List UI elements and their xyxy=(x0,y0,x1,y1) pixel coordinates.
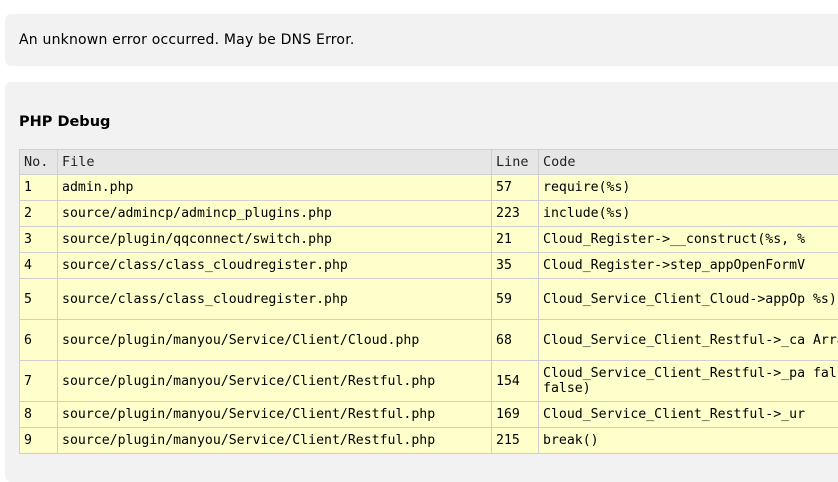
table-header-row: No. File Line Code xyxy=(20,150,838,175)
cell-file: source/class/class_cloudregister.php xyxy=(58,253,492,279)
cell-code: include(%s) xyxy=(539,201,838,227)
table-row: 6 source/plugin/manyou/Service/Client/Cl… xyxy=(20,320,838,361)
cell-no: 8 xyxy=(20,402,58,428)
table-row: 2 source/admincp/admincp_plugins.php 223… xyxy=(20,201,838,227)
cell-no: 5 xyxy=(20,279,58,320)
cell-code: Cloud_Register->step_appOpenFormV xyxy=(539,253,838,279)
cell-no: 1 xyxy=(20,175,58,201)
table-row: 7 source/plugin/manyou/Service/Client/Re… xyxy=(20,361,838,402)
cell-code: break() xyxy=(539,428,838,454)
column-header-line: Line xyxy=(492,150,539,175)
cell-code: Cloud_Service_Client_Cloud->appOp %s) xyxy=(539,279,838,320)
cell-no: 6 xyxy=(20,320,58,361)
debug-title: PHP Debug xyxy=(19,114,110,130)
debug-panel: PHP Debug No. File Line Code 1 admin.php… xyxy=(5,82,838,482)
cell-line: 21 xyxy=(492,227,539,253)
error-message: An unknown error occurred. May be DNS Er… xyxy=(19,32,355,48)
cell-file: source/plugin/manyou/Service/Client/Clou… xyxy=(58,320,492,361)
table-row: 4 source/class/class_cloudregister.php 3… xyxy=(20,253,838,279)
cell-code: Cloud_Register->__construct(%s, % xyxy=(539,227,838,253)
cell-line: 169 xyxy=(492,402,539,428)
cell-code: Cloud_Service_Client_Restful->_pa false,… xyxy=(539,361,838,402)
cell-file: source/plugin/manyou/Service/Client/Rest… xyxy=(58,428,492,454)
cell-file: source/class/class_cloudregister.php xyxy=(58,279,492,320)
cell-file: source/plugin/manyou/Service/Client/Rest… xyxy=(58,402,492,428)
cell-code: Cloud_Service_Client_Restful->_ur xyxy=(539,402,838,428)
cell-code: Cloud_Service_Client_Restful->_ca Array) xyxy=(539,320,838,361)
cell-code: require(%s) xyxy=(539,175,838,201)
error-panel: An unknown error occurred. May be DNS Er… xyxy=(5,14,838,66)
column-header-code: Code xyxy=(539,150,838,175)
table-row: 1 admin.php 57 require(%s) xyxy=(20,175,838,201)
table-row: 3 source/plugin/qqconnect/switch.php 21 … xyxy=(20,227,838,253)
cell-file: source/plugin/qqconnect/switch.php xyxy=(58,227,492,253)
cell-line: 35 xyxy=(492,253,539,279)
cell-file: source/admincp/admincp_plugins.php xyxy=(58,201,492,227)
table-row: 9 source/plugin/manyou/Service/Client/Re… xyxy=(20,428,838,454)
cell-file: source/plugin/manyou/Service/Client/Rest… xyxy=(58,361,492,402)
table-row: 5 source/class/class_cloudregister.php 5… xyxy=(20,279,838,320)
column-header-file: File xyxy=(58,150,492,175)
cell-no: 3 xyxy=(20,227,58,253)
cell-no: 7 xyxy=(20,361,58,402)
cell-line: 68 xyxy=(492,320,539,361)
cell-file: admin.php xyxy=(58,175,492,201)
cell-line: 154 xyxy=(492,361,539,402)
column-header-no: No. xyxy=(20,150,58,175)
cell-line: 223 xyxy=(492,201,539,227)
cell-line: 57 xyxy=(492,175,539,201)
stack-trace-table: No. File Line Code 1 admin.php 57 requir… xyxy=(19,149,838,454)
cell-no: 9 xyxy=(20,428,58,454)
cell-no: 4 xyxy=(20,253,58,279)
cell-line: 215 xyxy=(492,428,539,454)
cell-no: 2 xyxy=(20,201,58,227)
table-row: 8 source/plugin/manyou/Service/Client/Re… xyxy=(20,402,838,428)
cell-line: 59 xyxy=(492,279,539,320)
